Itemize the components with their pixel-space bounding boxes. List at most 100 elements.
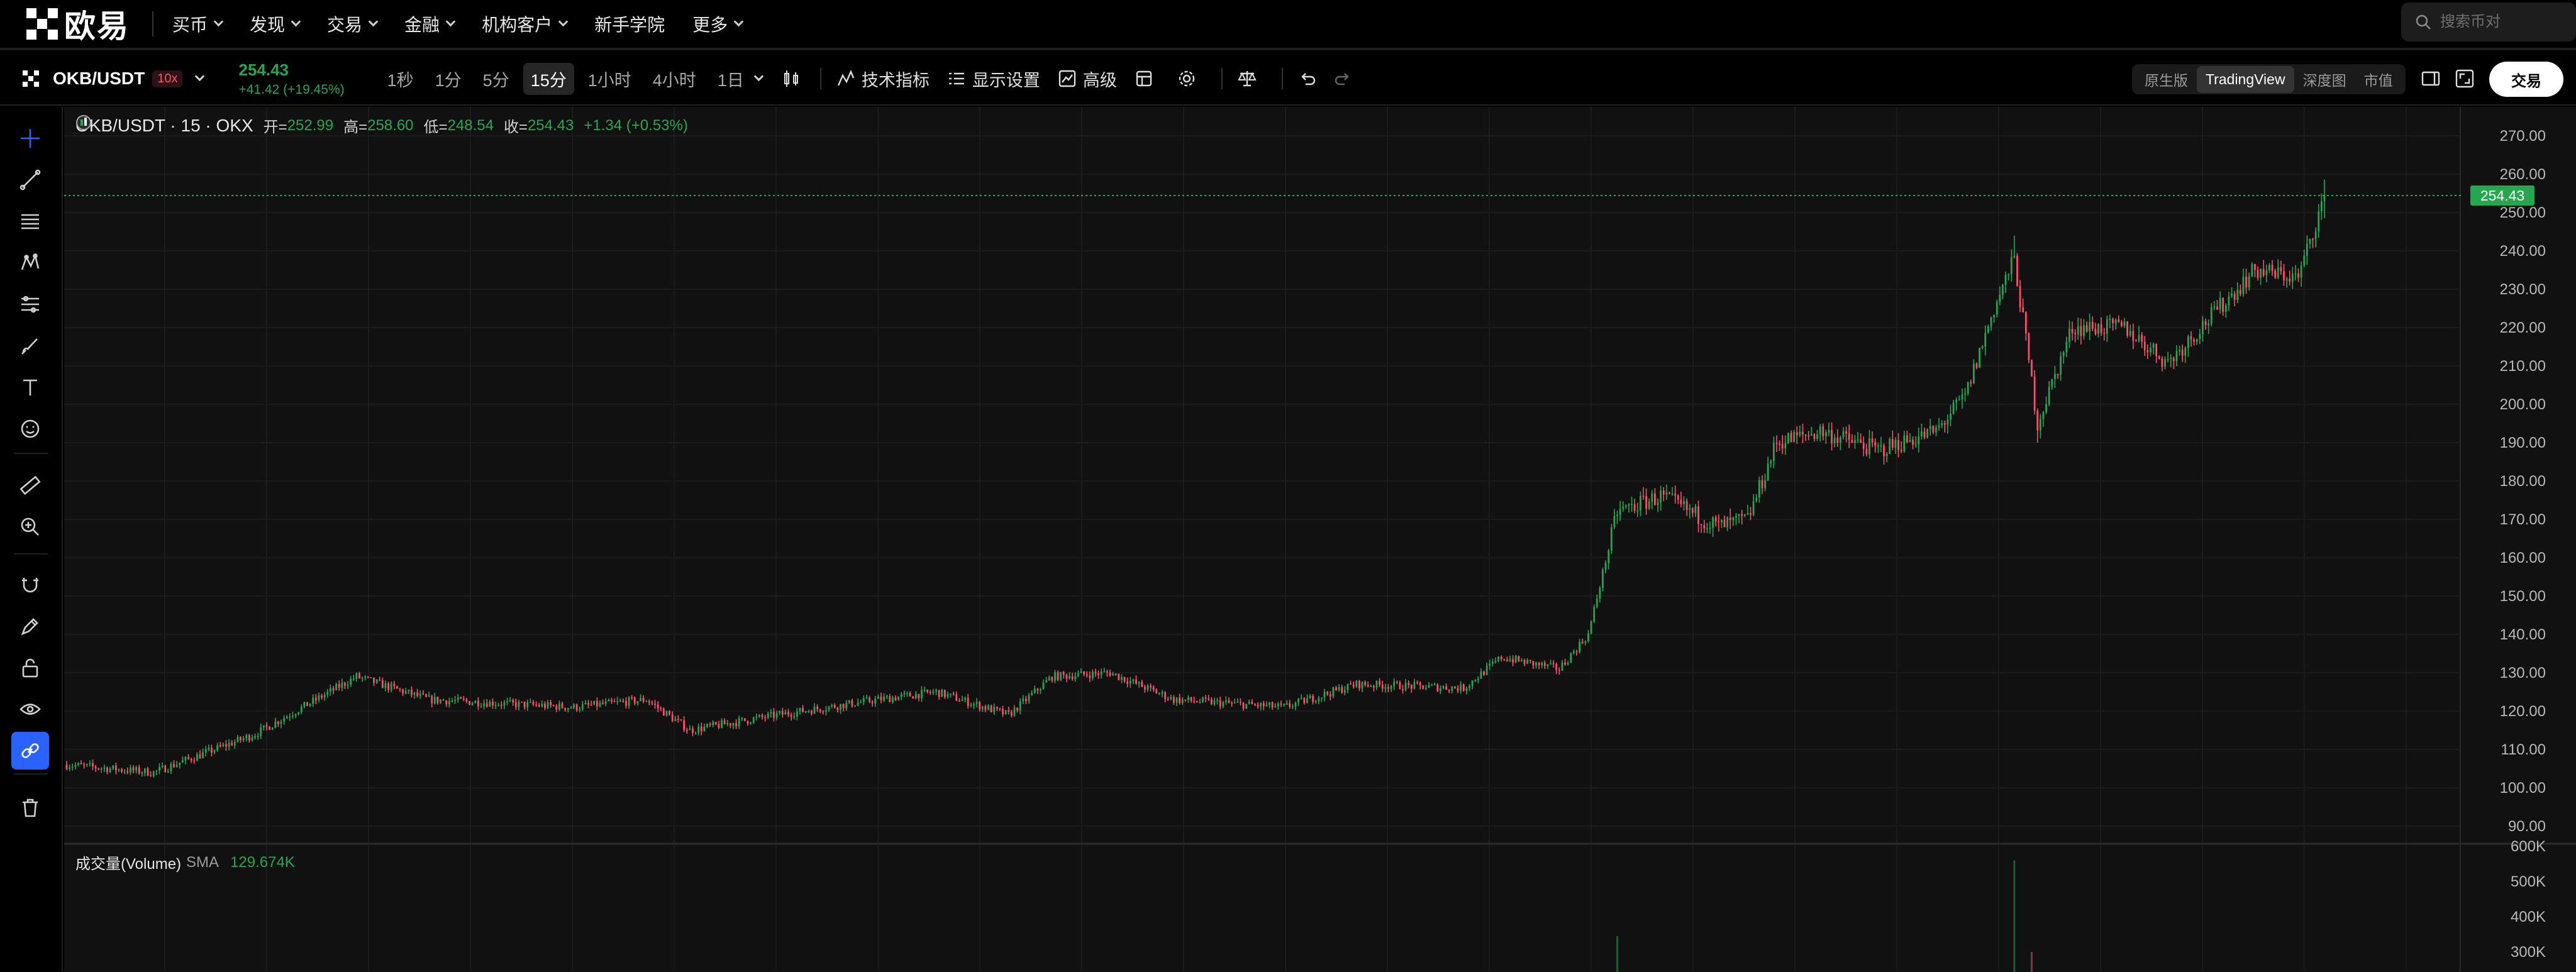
brand-name: 欧易 bbox=[64, 9, 130, 44]
layout-button[interactable] bbox=[2420, 68, 2441, 92]
candle-body bbox=[816, 706, 818, 710]
okx-logo[interactable]: 欧易 bbox=[26, 0, 130, 49]
view-tab[interactable]: 深度图 bbox=[2294, 64, 2355, 95]
view-tab[interactable]: 市值 bbox=[2355, 64, 2402, 95]
candle-body bbox=[489, 701, 491, 707]
candle-body bbox=[1526, 660, 1529, 665]
interval-button[interactable]: 15分 bbox=[523, 62, 574, 95]
display-settings-button[interactable]: 显示设置 bbox=[946, 67, 1040, 91]
search-box[interactable] bbox=[2401, 3, 2576, 41]
candle-body bbox=[2222, 297, 2224, 312]
candle-body bbox=[1312, 695, 1314, 702]
drawing-tool-eye[interactable] bbox=[11, 690, 49, 728]
template-button[interactable] bbox=[1133, 68, 1160, 89]
drawing-tool-trash[interactable] bbox=[11, 788, 49, 826]
fullscreen-button[interactable] bbox=[2454, 68, 2475, 92]
advanced-button[interactable]: 高级 bbox=[1057, 67, 1117, 91]
drawing-tool-zoom-in[interactable] bbox=[11, 508, 49, 546]
candle-body bbox=[860, 702, 862, 704]
display-settings-label: 显示设置 bbox=[972, 70, 1040, 90]
candle-body bbox=[1485, 665, 1488, 675]
candle-body bbox=[1045, 680, 1048, 683]
candle-body bbox=[2031, 360, 2033, 377]
candle-body bbox=[1816, 434, 1818, 439]
candle-body bbox=[1752, 501, 1755, 515]
chevron-down-icon bbox=[195, 71, 205, 81]
undo-button[interactable] bbox=[1297, 68, 1323, 89]
interval-button[interactable]: 1秒 bbox=[380, 63, 421, 95]
drawing-tool-link[interactable] bbox=[11, 732, 49, 770]
interval-button[interactable]: 5分 bbox=[475, 63, 517, 95]
candle-body bbox=[831, 705, 833, 707]
drawing-tool-emoji[interactable] bbox=[11, 410, 49, 448]
candle-body bbox=[1297, 699, 1299, 703]
drawing-tool-trendline[interactable] bbox=[11, 161, 49, 199]
candle-body bbox=[199, 754, 201, 758]
redo-button[interactable] bbox=[1332, 68, 1358, 89]
drawing-tool-pattern[interactable] bbox=[11, 244, 49, 282]
list-settings-icon bbox=[946, 68, 967, 89]
candle-body bbox=[89, 763, 91, 765]
drawing-tool-projection[interactable] bbox=[11, 285, 49, 323]
chart-type-button[interactable] bbox=[781, 69, 801, 89]
drawing-tool-brush[interactable] bbox=[11, 327, 49, 365]
candle-body bbox=[744, 718, 746, 721]
candle-body bbox=[1350, 683, 1352, 685]
candle-body bbox=[350, 678, 352, 685]
search-input[interactable] bbox=[2439, 13, 2565, 31]
indicators-button[interactable]: 技术指标 bbox=[835, 67, 930, 91]
drawing-tool-fib[interactable] bbox=[11, 202, 49, 240]
settings-button[interactable] bbox=[1176, 68, 1202, 89]
chart-canvas[interactable]: 270.00 260.00 250.00 240.00 230.00 220.00 210.… bbox=[64, 107, 2576, 972]
interval-button[interactable]: 4小时 bbox=[645, 63, 704, 95]
nav-item[interactable]: 金融 bbox=[404, 11, 456, 36]
interval-button[interactable]: 1日 bbox=[710, 63, 752, 95]
interval-button[interactable]: 1分 bbox=[428, 63, 469, 95]
candle-body bbox=[314, 697, 317, 700]
drawing-tool-ruler[interactable] bbox=[11, 467, 49, 504]
trade-button[interactable]: 交易 bbox=[2489, 62, 2563, 97]
candle-body bbox=[628, 697, 630, 706]
candle-body bbox=[500, 704, 502, 706]
nav-item[interactable]: 机构客户 bbox=[482, 11, 569, 36]
candle-body bbox=[114, 765, 117, 771]
interval-button[interactable]: 1小时 bbox=[580, 63, 639, 95]
drawing-tool-lock[interactable] bbox=[11, 649, 49, 687]
nav-item[interactable]: 发现 bbox=[250, 11, 301, 36]
candle-body bbox=[2141, 334, 2143, 342]
drawing-tool-lock-draw[interactable] bbox=[11, 607, 49, 645]
view-tab[interactable]: TradingView bbox=[2197, 65, 2294, 93]
candle-body bbox=[1697, 506, 1699, 524]
candle-body bbox=[1460, 684, 1462, 691]
candle-body bbox=[1804, 434, 1807, 436]
leverage-badge: 10x bbox=[152, 70, 183, 87]
drawing-tool-text[interactable] bbox=[11, 368, 49, 406]
candle-body bbox=[1269, 702, 1270, 705]
compare-button[interactable] bbox=[1236, 68, 1263, 89]
nav-divider bbox=[152, 11, 153, 36]
candle-body bbox=[1457, 688, 1459, 691]
pair-selector[interactable]: OKB/USDT 10x bbox=[23, 69, 205, 89]
candle-body bbox=[471, 703, 474, 705]
candle-body bbox=[947, 694, 949, 697]
volume-legend: 成交量(Volume) SMA 129.674K bbox=[75, 851, 295, 873]
drawing-tool-magnet[interactable] bbox=[11, 566, 49, 604]
candle-body bbox=[2283, 271, 2285, 280]
candle-body bbox=[1836, 438, 1839, 443]
candle-body bbox=[1097, 673, 1099, 675]
nav-item[interactable]: 更多 bbox=[692, 11, 744, 36]
price-tick-label: 210.00 bbox=[2500, 358, 2546, 375]
candle-body bbox=[355, 673, 358, 679]
view-tab[interactable]: 原生版 bbox=[2136, 64, 2197, 95]
text-icon bbox=[23, 379, 37, 395]
price-chart[interactable]: 270.00 260.00 250.00 240.00 230.00 220.00 210.… bbox=[64, 107, 2576, 972]
nav-item[interactable]: 新手学院 bbox=[594, 11, 665, 36]
nav-item[interactable]: 买币 bbox=[172, 11, 224, 36]
candle-body bbox=[1521, 660, 1523, 661]
candle-body bbox=[2077, 326, 2079, 334]
candle-body bbox=[1741, 514, 1743, 516]
candle-body bbox=[1645, 495, 1647, 509]
drawing-tool-crosshair[interactable] bbox=[11, 119, 49, 157]
candle-body bbox=[135, 767, 137, 771]
nav-item[interactable]: 交易 bbox=[327, 11, 379, 36]
